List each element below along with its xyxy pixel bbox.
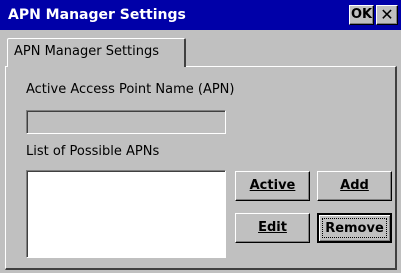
close-icon[interactable]: ✕: [376, 5, 398, 25]
add-button[interactable]: Add: [317, 171, 392, 201]
remove-button-label: Remove: [322, 218, 387, 238]
edit-button[interactable]: Edit: [235, 213, 310, 243]
remove-button[interactable]: Remove: [317, 213, 392, 243]
tab-apn-manager-settings[interactable]: APN Manager Settings: [7, 38, 186, 67]
window-title: APN Manager Settings: [8, 7, 186, 23]
active-apn-field: [26, 110, 226, 134]
ok-button[interactable]: OK: [349, 5, 374, 25]
tab-label: APN Manager Settings: [14, 44, 160, 59]
apn-list-label: List of Possible APNs: [26, 144, 160, 159]
active-button[interactable]: Active: [235, 171, 310, 201]
title-bar: APN Manager Settings OK ✕: [0, 0, 401, 30]
active-apn-label: Active Access Point Name (APN): [26, 82, 235, 97]
apn-listbox[interactable]: [26, 170, 226, 258]
